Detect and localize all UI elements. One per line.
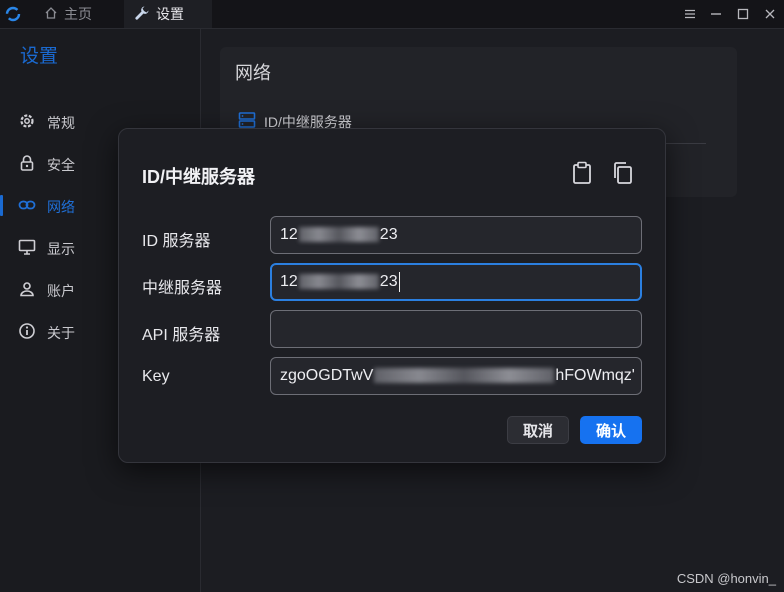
active-indicator	[0, 195, 3, 216]
sidebar-item-label: 常规	[47, 115, 75, 131]
id-server-label: ID 服务器	[142, 233, 211, 250]
id-server-input[interactable]: 12 23	[270, 216, 642, 254]
sidebar-item-label: 安全	[47, 157, 75, 173]
dialog-title: ID/中继服务器	[142, 167, 256, 187]
redacted-text	[298, 227, 379, 243]
wrench-icon	[134, 5, 150, 24]
maximize-icon[interactable]	[734, 5, 752, 23]
tab-settings[interactable]: 设置	[124, 0, 212, 28]
title-bar: 主页 设置	[0, 0, 784, 29]
redacted-text	[374, 368, 555, 384]
user-icon	[18, 280, 36, 298]
watermark: CSDN @honvin_	[676, 571, 776, 586]
confirm-button[interactable]: 确认	[580, 416, 642, 444]
link-icon	[18, 196, 36, 214]
menu-icon[interactable]	[681, 5, 699, 23]
gear-icon	[18, 112, 36, 130]
id-relay-server-dialog: ID/中继服务器 ID 服务器 12 23 中继服务器 12 23 API 服务器 …	[118, 128, 666, 463]
api-server-label: API 服务器	[142, 327, 221, 344]
api-server-input[interactable]	[270, 310, 642, 348]
page-title: 网络	[235, 63, 271, 83]
redacted-text	[298, 274, 379, 290]
sidebar-item-label: 关于	[47, 325, 75, 341]
tab-home[interactable]: 主页	[38, 0, 116, 28]
lock-icon	[18, 154, 36, 172]
sidebar-title: 设置	[20, 46, 59, 67]
app-logo-icon	[5, 6, 21, 22]
relay-server-input[interactable]: 12 23	[270, 263, 642, 301]
cancel-button[interactable]: 取消	[507, 416, 569, 444]
home-icon	[44, 6, 58, 23]
divider	[660, 143, 706, 144]
copy-icon[interactable]	[610, 161, 634, 185]
sidebar-item-label: 网络	[47, 199, 75, 215]
tab-home-label: 主页	[64, 6, 92, 22]
key-input[interactable]: zgoOGDTwV hFOWmqz'	[270, 357, 642, 395]
clipboard-icon[interactable]	[570, 161, 594, 185]
tab-settings-label: 设置	[156, 6, 184, 22]
minimize-icon[interactable]	[707, 5, 725, 23]
key-label: Key	[142, 368, 170, 385]
sidebar-item-label: 账户	[47, 283, 75, 299]
text-caret	[398, 271, 400, 292]
sidebar-item-label: 显示	[47, 241, 75, 257]
close-icon[interactable]	[761, 5, 779, 23]
monitor-icon	[18, 238, 36, 256]
relay-server-label: 中继服务器	[142, 280, 223, 297]
info-icon	[18, 322, 36, 340]
